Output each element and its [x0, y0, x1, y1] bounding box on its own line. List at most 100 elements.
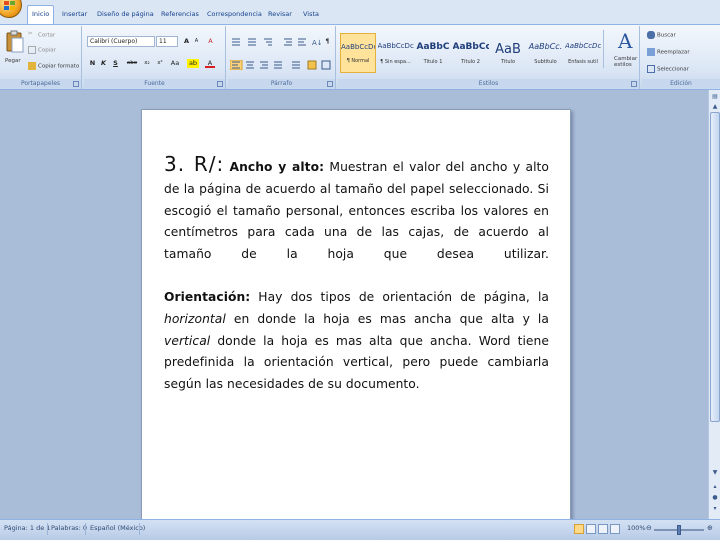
alignment-icons[interactable] — [230, 60, 334, 70]
tab-inicio[interactable]: Inicio — [27, 5, 55, 25]
style-option[interactable]: AaB Título — [490, 33, 526, 73]
grow-font-button[interactable]: A — [182, 37, 191, 46]
list-and-indent-icons[interactable]: A↓ — [230, 37, 334, 47]
font-size-select[interactable]: 11 — [156, 36, 178, 47]
tab-referencias[interactable]: Referencias — [157, 6, 203, 24]
svg-text:A↓: A↓ — [312, 39, 323, 47]
subscript-button[interactable]: x₂ — [141, 59, 153, 68]
style-sample: AaBbCc. — [528, 42, 563, 51]
scroll-thumb[interactable] — [710, 112, 720, 422]
clipboard-launcher-icon[interactable] — [73, 81, 79, 87]
word-count[interactable]: Palabras: 0 — [51, 524, 87, 532]
shrink-font-button[interactable]: A — [192, 37, 201, 46]
tab-correspondencia[interactable]: Correspondencia — [203, 6, 266, 24]
styles-scroll[interactable] — [603, 30, 609, 68]
paragraph-launcher-icon[interactable] — [327, 81, 333, 87]
font-group-label: Fuente — [84, 79, 225, 88]
select-button[interactable]: Seleccionar — [647, 65, 689, 73]
style-option[interactable]: AaBbCcDc ¶ Sin espa... — [378, 33, 414, 73]
strikethrough-button[interactable]: abe — [125, 59, 139, 68]
zoom-out-icon[interactable]: ⊖ — [646, 524, 652, 532]
clipboard-icon — [6, 30, 24, 53]
style-name: Título — [500, 59, 516, 65]
select-label: Seleccionar — [657, 66, 689, 73]
bold-button[interactable]: N — [88, 59, 97, 68]
change-styles-icon: A — [618, 29, 633, 53]
style-option[interactable]: AaBbCcDc ¶ Normal — [340, 33, 376, 73]
language-indicator[interactable]: Español (México) — [90, 524, 145, 532]
styles-launcher-icon[interactable] — [631, 81, 637, 87]
ruler-toggle-icon[interactable]: ▤ — [710, 92, 720, 102]
style-name: Título 2 — [461, 59, 480, 65]
style-sample: AaBbC — [416, 42, 450, 52]
status-bar: Página: 1 de 1 Palabras: 0 Español (Méxi… — [0, 519, 720, 540]
font-launcher-icon[interactable] — [217, 81, 223, 87]
vertical-scrollbar[interactable]: ▤ ▲ ▼ ▴ ● ▾ — [708, 90, 720, 519]
show-marks-button[interactable]: ¶ — [323, 37, 332, 46]
paragraph-size: 3. R/: Ancho y alto: Muestran el valor d… — [164, 153, 549, 266]
font-color-button[interactable]: A — [205, 59, 215, 68]
format-painter-button[interactable]: Copiar formato — [28, 62, 79, 70]
change-styles-button[interactable]: A Cambiar estilos — [612, 29, 640, 75]
editing-group: Buscar Reemplazar Seleccionar Edición — [642, 26, 720, 89]
office-logo-icon — [4, 1, 15, 10]
styles-group-label: Estilos — [338, 79, 639, 88]
font-group: Calibri (Cuerpo) 11 A A A N K S abe x₂ x… — [84, 26, 226, 89]
zoom-in-icon[interactable]: ⊕ — [707, 524, 713, 532]
browse-object-icon[interactable]: ● — [710, 493, 720, 503]
web-layout-icon[interactable] — [598, 524, 608, 534]
paragraph-group: A↓ ¶ Párrafo — [228, 26, 336, 89]
change-styles-label: Cambiar estilos — [614, 56, 638, 68]
full-screen-reading-icon[interactable] — [586, 524, 596, 534]
clipboard-group-label: Portapapeles — [0, 79, 81, 88]
page-count[interactable]: Página: 1 de 1 — [4, 524, 50, 532]
italic-button[interactable]: K — [99, 59, 108, 68]
format-painter-label: Copiar formato — [38, 63, 80, 70]
clipboard-group: Pegar ✂ Cortar Copiar Copiar formato Port… — [0, 26, 82, 89]
scroll-down-icon[interactable]: ▼ — [710, 468, 720, 478]
next-page-icon[interactable]: ▾ — [710, 504, 720, 514]
prev-page-icon[interactable]: ▴ — [710, 482, 720, 492]
highlight-button[interactable]: ab — [187, 59, 199, 68]
print-layout-view-icon[interactable] — [574, 524, 584, 534]
cut-button[interactable]: ✂ Cortar — [28, 31, 55, 39]
paste-button[interactable]: Pegar — [5, 29, 25, 69]
document-body[interactable]: 3. R/: Ancho y alto: Muestran el valor d… — [164, 153, 549, 396]
vertical-term: vertical — [164, 333, 211, 348]
copy-button[interactable]: Copiar — [28, 46, 56, 54]
tab-insertar[interactable]: Insertar — [58, 6, 91, 24]
style-name: ¶ Normal — [346, 58, 370, 64]
superscript-button[interactable]: x² — [154, 59, 166, 68]
zoom-level[interactable]: 100% — [627, 524, 646, 532]
scroll-up-icon[interactable]: ▲ — [710, 102, 720, 112]
tab-vista[interactable]: Vista — [299, 6, 323, 24]
change-case-button[interactable]: Aa — [169, 59, 181, 68]
status-divider — [85, 523, 86, 535]
styles-group: AaBbCcDc ¶ Normal AaBbCcDc ¶ Sin espa... AaB… — [338, 26, 640, 89]
copy-icon — [28, 46, 36, 54]
style-option[interactable]: AaBbCc Título 2 — [453, 33, 489, 73]
cursor-icon — [647, 65, 655, 73]
tab-diseno-pagina[interactable]: Diseño de página — [93, 6, 158, 24]
tab-revisar[interactable]: Revisar — [264, 6, 296, 24]
clear-format-button[interactable]: A — [206, 37, 215, 46]
ribbon-tabs: Inicio Insertar Diseño de página Referen… — [0, 0, 720, 25]
orientation-text-b: en donde la hoja es mas ancha que alta y… — [225, 311, 549, 326]
status-divider — [47, 523, 48, 535]
style-option[interactable]: AaBbCc. Subtítulo — [528, 33, 564, 73]
style-name: Subtítulo — [534, 59, 557, 65]
status-divider — [139, 523, 140, 535]
style-option[interactable]: AaBbC Título 1 — [415, 33, 451, 73]
document-page[interactable]: 3. R/: Ancho y alto: Muestran el valor d… — [141, 109, 571, 519]
outline-view-icon[interactable] — [610, 524, 620, 534]
font-name-select[interactable]: Calibri (Cuerpo) — [87, 36, 155, 47]
underline-button[interactable]: S — [111, 59, 120, 68]
scissors-icon: ✂ — [28, 31, 33, 37]
style-option[interactable]: AaBbCcDc Énfasis sutil — [565, 33, 601, 73]
replace-button[interactable]: Reemplazar — [647, 48, 690, 56]
orientation-label: Orientación: — [164, 289, 251, 304]
style-sample: AaBbCcDc — [377, 42, 414, 50]
find-button[interactable]: Buscar — [647, 31, 676, 39]
zoom-slider-thumb[interactable] — [677, 525, 681, 535]
copy-label: Copiar — [38, 47, 56, 54]
